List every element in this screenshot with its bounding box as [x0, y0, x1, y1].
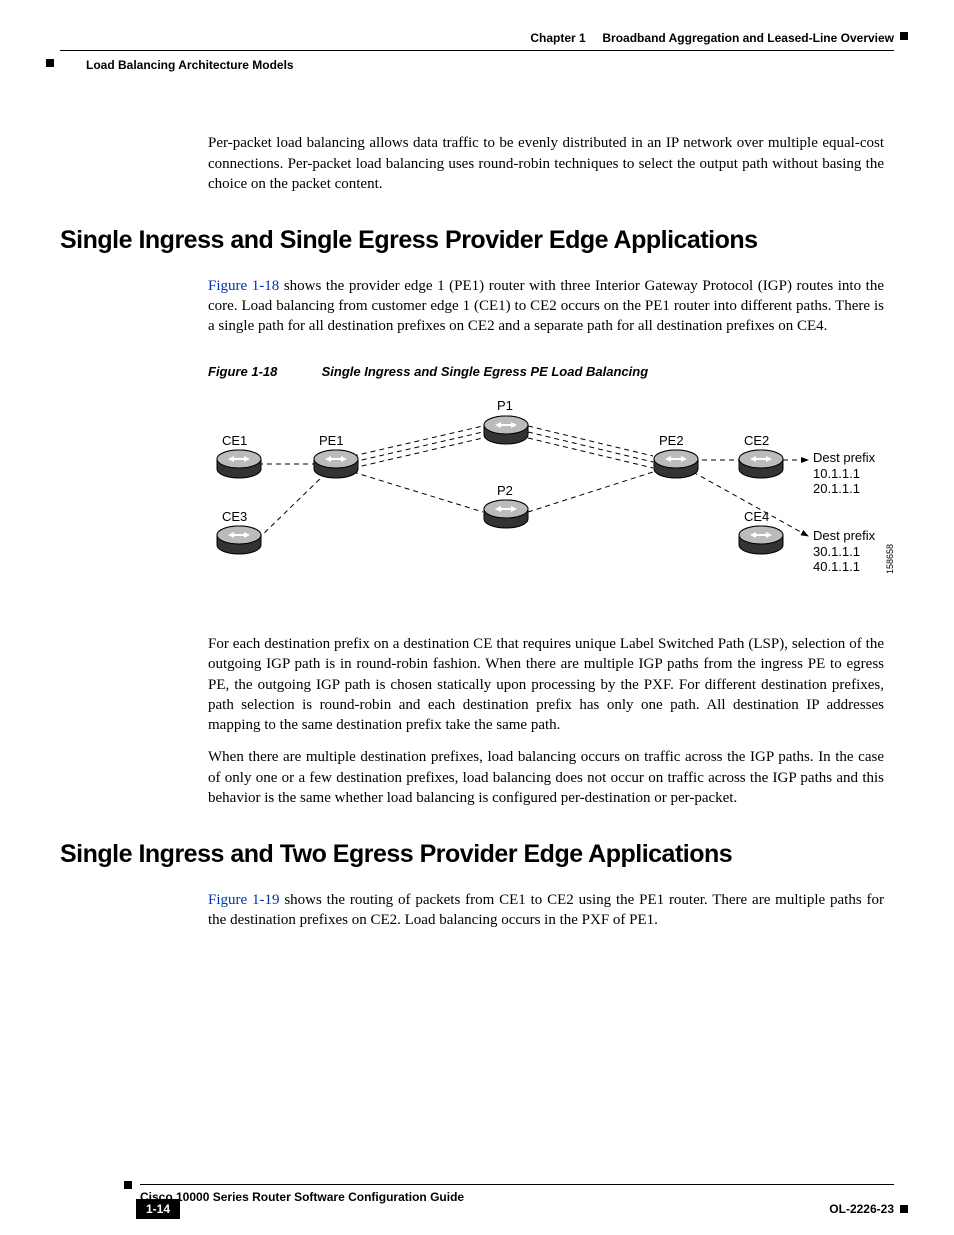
label-ce1: CE1 [222, 432, 247, 450]
intro-paragraph: Per-packet load balancing allows data tr… [208, 133, 884, 194]
section-title: Load Balancing Architecture Models [60, 57, 894, 73]
dest2-line1: 30.1.1.1 [813, 544, 860, 559]
router-p2 [483, 498, 529, 530]
section-1-para-2: For each destination prefix on a destina… [208, 634, 884, 735]
footer-marker [124, 1181, 132, 1189]
footer-right-marker [900, 1205, 908, 1213]
dest-prefix-1: Dest prefix 10.1.1.1 20.1.1.1 [813, 450, 875, 497]
router-ce1 [216, 448, 262, 480]
dest2-line2: 40.1.1.1 [813, 559, 860, 574]
page-header: Chapter 1 Broadband Aggregation and Leas… [60, 30, 894, 51]
figure-number: Figure 1-18 [208, 363, 318, 381]
router-ce3 [216, 524, 262, 556]
chapter-title: Broadband Aggregation and Leased-Line Ov… [602, 31, 894, 45]
diagram-id: 158658 [884, 544, 896, 574]
section-2-para-1: Figure 1-19 shows the routing of packets… [208, 890, 884, 931]
chapter-label: Chapter 1 [530, 31, 585, 45]
sec1-p1-text: shows the provider edge 1 (PE1) router w… [208, 278, 884, 335]
figure-1-19-link[interactable]: Figure 1-19 [208, 892, 280, 908]
page-number-badge: 1-14 [136, 1199, 180, 1219]
router-pe2 [653, 448, 699, 480]
label-ce4: CE4 [744, 508, 769, 526]
section-1-heading: Single Ingress and Single Egress Provide… [60, 224, 894, 258]
label-p2: P2 [497, 482, 513, 500]
router-ce2 [738, 448, 784, 480]
figure-caption: Figure 1-18 Single Ingress and Single Eg… [208, 363, 894, 381]
dest2-title: Dest prefix [813, 528, 875, 543]
sec2-p1-text: shows the routing of packets from CE1 to… [208, 892, 884, 928]
network-diagram: CE1 CE3 PE1 P1 P2 PE2 CE2 CE4 Dest prefi… [208, 394, 888, 604]
router-p1 [483, 414, 529, 446]
label-pe2: PE2 [659, 432, 684, 450]
dest1-line2: 20.1.1.1 [813, 481, 860, 496]
footer-book-title: Cisco 10000 Series Router Software Confi… [140, 1189, 894, 1205]
dest-prefix-2: Dest prefix 30.1.1.1 40.1.1.1 [813, 528, 875, 575]
label-p1: P1 [497, 397, 513, 415]
section-1-para-1: Figure 1-18 shows the provider edge 1 (P… [208, 276, 884, 337]
subheader-marker [46, 59, 54, 67]
dest1-line1: 10.1.1.1 [813, 466, 860, 481]
label-ce2: CE2 [744, 432, 769, 450]
label-pe1: PE1 [319, 432, 344, 450]
page-footer: Cisco 10000 Series Router Software Confi… [60, 1184, 894, 1205]
router-ce4 [738, 524, 784, 556]
figure-title: Single Ingress and Single Egress PE Load… [322, 364, 649, 379]
label-ce3: CE3 [222, 508, 247, 526]
figure-1-18-link[interactable]: Figure 1-18 [208, 278, 279, 294]
section-2-heading: Single Ingress and Two Egress Provider E… [60, 838, 894, 872]
router-pe1 [313, 448, 359, 480]
dest1-title: Dest prefix [813, 450, 875, 465]
section-1-para-3: When there are multiple destination pref… [208, 747, 884, 808]
footer-doc-id: OL-2226-23 [829, 1201, 894, 1217]
header-marker [900, 32, 908, 40]
